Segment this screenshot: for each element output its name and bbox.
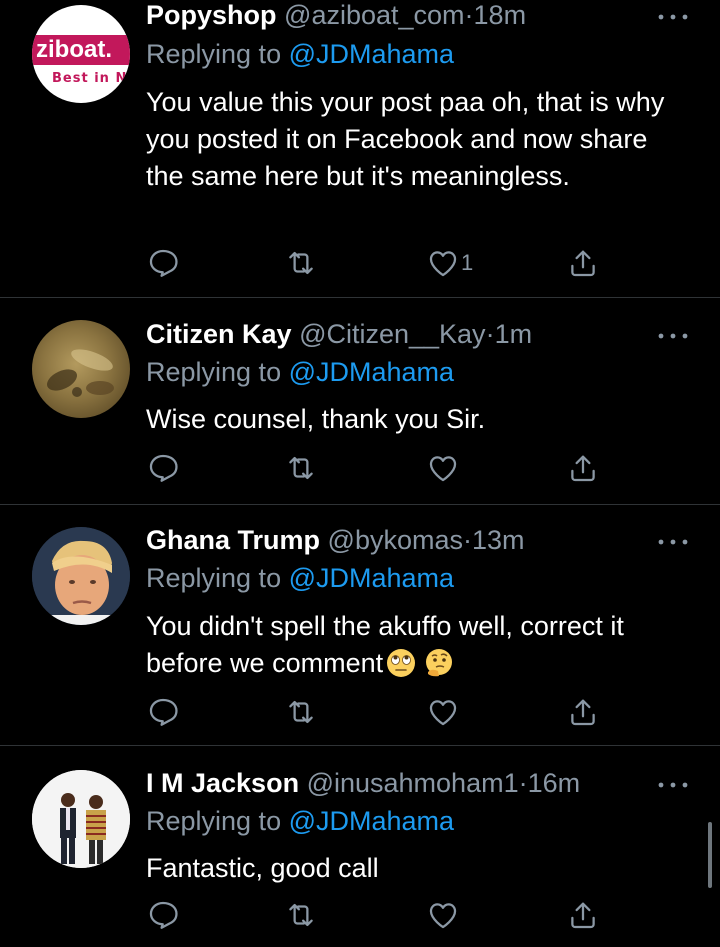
share-icon — [571, 455, 595, 482]
tweet-ghana-trump[interactable]: Ghana Trump @bykomas·13m Replying to @JD… — [0, 505, 720, 745]
tweet-header: Citizen Kay @Citizen__Kay·1m — [146, 317, 532, 351]
timestamp[interactable]: 18m — [474, 0, 527, 30]
replying-to-label: Replying to — [146, 806, 282, 836]
separator-dot: · — [518, 768, 528, 798]
reply-button[interactable] — [146, 695, 180, 729]
reply-button[interactable] — [146, 898, 180, 932]
timestamp[interactable]: 1m — [495, 319, 533, 349]
like-icon — [429, 903, 457, 929]
tweet-im-jackson[interactable]: I M Jackson @inusahmoham1·16m Replying t… — [0, 746, 720, 947]
tweet-citizen-kay[interactable]: Citizen Kay @Citizen__Kay·1m Replying to… — [0, 298, 720, 504]
avatar[interactable] — [32, 320, 130, 418]
replying-to: Replying to @JDMahama — [146, 804, 454, 838]
retweet-button[interactable] — [284, 246, 318, 280]
avatar-image — [32, 770, 130, 868]
more-icon[interactable] — [655, 10, 691, 24]
tweet-text: You value this your post paa oh, that is… — [146, 87, 665, 191]
reply-icon — [149, 454, 178, 482]
replying-to: Replying to @JDMahama — [146, 37, 454, 71]
tweet-actions: 1 — [146, 246, 616, 280]
avatar-image — [47, 349, 114, 397]
retweet-icon — [289, 251, 313, 275]
reply-icon — [149, 901, 178, 929]
mention-link[interactable]: @JDMahama — [289, 563, 454, 593]
username[interactable]: @bykomas — [328, 525, 463, 555]
retweet-button[interactable] — [284, 898, 318, 932]
reply-icon — [149, 249, 178, 277]
retweet-button[interactable] — [284, 695, 318, 729]
tweet-actions — [146, 898, 616, 932]
more-icon[interactable] — [655, 778, 691, 792]
replying-to: Replying to @JDMahama — [146, 355, 454, 389]
avatar-logo-text: ziboat. — [36, 36, 112, 63]
tweet-text-body: You didn't spell the akuffo well, correc… — [146, 611, 624, 678]
username[interactable]: @aziboat_com — [284, 0, 465, 30]
tweet-text: You didn't spell the akuffo well, correc… — [146, 608, 691, 682]
display-name[interactable]: Citizen Kay — [146, 319, 292, 349]
timestamp[interactable]: 13m — [472, 525, 525, 555]
display-name[interactable]: Popyshop — [146, 0, 277, 30]
avatar[interactable]: ziboat. Best in N — [32, 5, 130, 103]
like-button[interactable]: 1 — [426, 246, 473, 280]
rolling-eyes-emoji-icon — [387, 649, 416, 677]
share-icon — [571, 250, 595, 277]
tweet-header: I M Jackson @inusahmoham1·16m — [146, 766, 580, 800]
mention-link[interactable]: @JDMahama — [289, 806, 454, 836]
more-icon[interactable] — [655, 535, 691, 549]
share-button[interactable] — [566, 695, 600, 729]
like-icon — [429, 700, 457, 726]
separator-dot: · — [485, 319, 495, 349]
display-name[interactable]: Ghana Trump — [146, 525, 320, 555]
like-button[interactable] — [426, 898, 460, 932]
retweet-icon — [289, 456, 313, 480]
replying-to-label: Replying to — [146, 39, 282, 69]
reply-button[interactable] — [146, 451, 180, 485]
avatar[interactable] — [32, 770, 130, 868]
timestamp[interactable]: 16m — [528, 768, 581, 798]
share-button[interactable] — [566, 451, 600, 485]
display-name[interactable]: I M Jackson — [146, 768, 299, 798]
scrollbar[interactable] — [708, 822, 712, 888]
separator-dot: · — [464, 0, 474, 30]
reply-icon — [149, 698, 178, 726]
share-button[interactable] — [566, 898, 600, 932]
tweet-actions — [146, 451, 616, 485]
tweet-header: Ghana Trump @bykomas·13m — [146, 523, 525, 557]
share-icon — [571, 699, 595, 726]
username[interactable]: @Citizen__Kay — [299, 319, 486, 349]
username[interactable]: @inusahmoham1 — [307, 768, 519, 798]
like-button[interactable] — [426, 451, 460, 485]
more-icon[interactable] — [655, 329, 691, 343]
retweet-button[interactable] — [284, 451, 318, 485]
tweet-header: Popyshop @aziboat_com·18m — [146, 0, 526, 32]
mention-link[interactable]: @JDMahama — [289, 357, 454, 387]
tweet-text: Fantastic, good call — [146, 853, 379, 883]
reply-button[interactable] — [146, 246, 180, 280]
avatar-image — [32, 527, 130, 625]
share-icon — [571, 902, 595, 929]
separator-dot: · — [463, 525, 472, 555]
thinking-face-emoji-icon — [426, 649, 453, 677]
tweet-popyshop[interactable]: ziboat. Best in N Popyshop @aziboat_com·… — [0, 0, 720, 297]
share-button[interactable] — [566, 246, 600, 280]
tweet-actions — [146, 695, 616, 729]
like-count: 1 — [461, 250, 474, 275]
avatar-tagline: Best in N — [52, 71, 128, 86]
like-icon — [429, 456, 457, 482]
replying-to-label: Replying to — [146, 357, 282, 387]
like-button[interactable] — [426, 695, 460, 729]
like-icon — [429, 251, 457, 277]
retweet-icon — [289, 903, 313, 927]
avatar[interactable] — [32, 527, 130, 625]
retweet-icon — [289, 700, 313, 724]
replying-to: Replying to @JDMahama — [146, 561, 454, 595]
mention-link[interactable]: @JDMahama — [289, 39, 454, 69]
replying-to-label: Replying to — [146, 563, 282, 593]
tweet-text: Wise counsel, thank you Sir. — [146, 404, 486, 434]
